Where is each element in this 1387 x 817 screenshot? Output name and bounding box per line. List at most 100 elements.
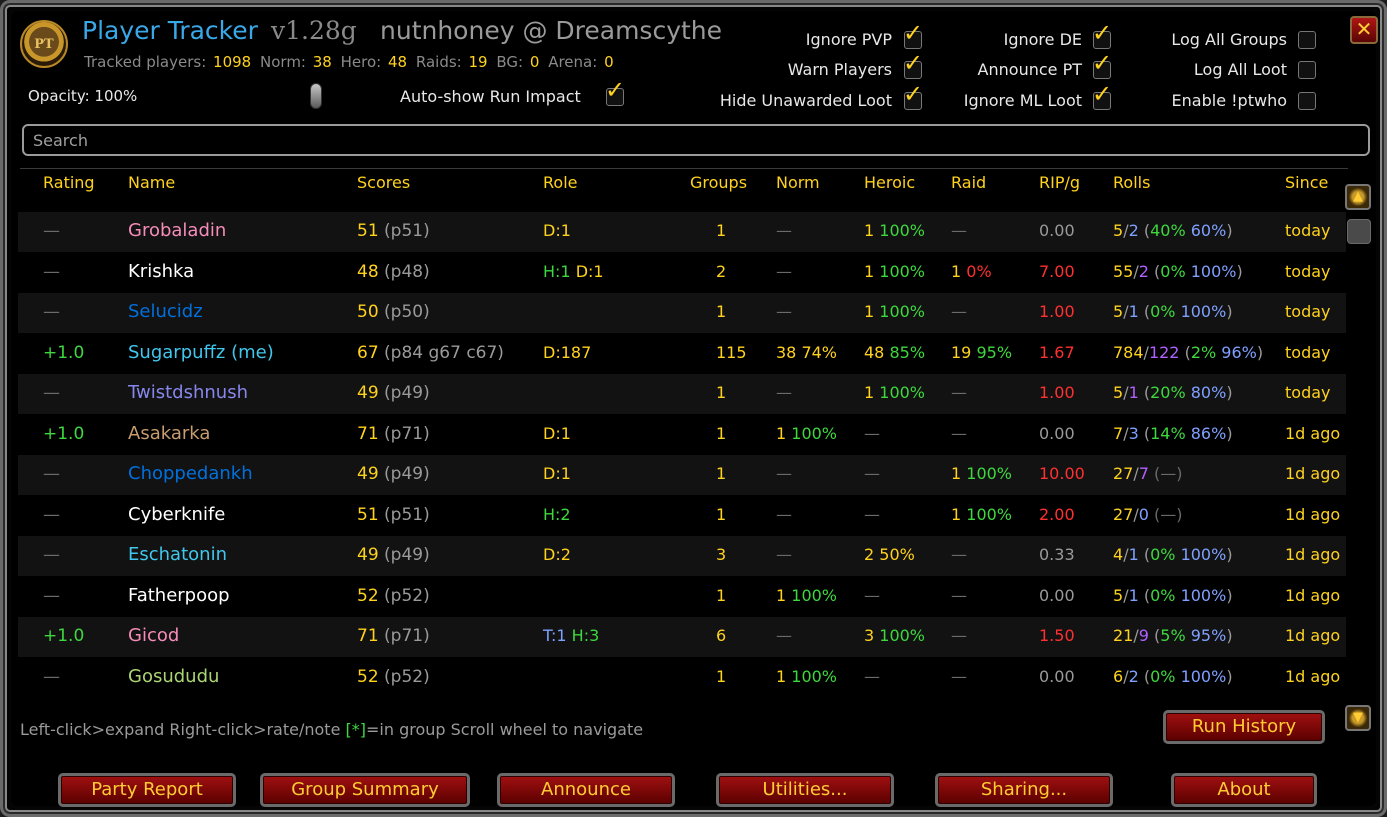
score-detail: (p52) <box>384 666 430 687</box>
app-title: Player Tracker <box>82 16 258 45</box>
autoshow-checkbox[interactable]: ✓ <box>604 78 628 106</box>
table-row[interactable]: +1.0 Asakarka 71 (p71) D:1 1 1 100% — —0.00 7/3 … <box>18 415 1346 455</box>
player-name: Twistdshnush <box>128 382 248 403</box>
warn-players-checkbox[interactable]: ✓ <box>902 51 926 79</box>
table-row[interactable]: — Choppedankh 49 (p49) D:1 1 — — 1 100% 10.00 27/… <box>18 455 1346 495</box>
col-header-heroic[interactable]: Heroic <box>864 173 915 192</box>
table-row[interactable]: — Grobaladin 51 (p51) D:1 1—1 100% —0.00 5/2 (… <box>18 212 1346 252</box>
score-value: 49 <box>357 464 379 484</box>
scroll-down-button[interactable]: ▼ <box>1345 705 1371 731</box>
groups-cell: 115 <box>716 343 747 362</box>
since-value: today <box>1285 302 1331 321</box>
about-button[interactable]: About <box>1171 773 1317 807</box>
hide-unawarded-loot-label: Hide Unawarded Loot <box>719 91 892 110</box>
col-header-rip[interactable]: RIP/g <box>1039 173 1080 192</box>
rip-value: 0.00 <box>1039 423 1075 443</box>
norm-cell-part: — <box>776 504 792 524</box>
scroll-down-icon: ▼ <box>1353 710 1363 725</box>
rolls-cell-part: 21 <box>1113 626 1134 645</box>
run-history-button[interactable]: Run History <box>1163 710 1325 744</box>
table-row[interactable]: +1.0 Sugarpuffz (me) 67 (p84 g67 c67) D:187… <box>18 334 1346 374</box>
col-header-since[interactable]: Since <box>1285 173 1328 192</box>
utilities-button[interactable]: Utilities... <box>716 773 894 807</box>
sharing-button[interactable]: Sharing... <box>935 773 1113 807</box>
close-button[interactable]: ✕ <box>1350 16 1378 44</box>
search-box[interactable] <box>22 124 1370 156</box>
table-row[interactable]: — Cyberknife 51 (p51) H:2 1 — — 1 100% 2.00 27/0 … <box>18 496 1346 536</box>
stat-bg: 0 <box>529 53 540 71</box>
groups-cell: 3 <box>716 545 726 564</box>
score-cell: 51 (p51) <box>357 221 430 241</box>
score-value: 52 <box>357 585 379 606</box>
scroll-up-button[interactable]: ▲ <box>1345 184 1371 210</box>
ignore-de-checkbox[interactable]: ✓ <box>1091 21 1115 49</box>
scrollbar-thumb[interactable] <box>1347 219 1371 244</box>
raid-cell-part: 19 <box>951 342 977 362</box>
log-all-groups-checkbox[interactable] <box>1296 27 1320 49</box>
enable-ptwho-checkbox[interactable] <box>1296 88 1320 110</box>
rip-cell: 0.00 <box>1039 424 1075 443</box>
log-all-groups-label: Log All Groups <box>1171 30 1287 49</box>
score-cell: 71 (p71) <box>357 424 430 444</box>
rolls-cell-part: 40% <box>1150 221 1186 240</box>
rating-value: — <box>43 464 60 484</box>
hint-text-1: Left-click>expand Right-click>rate/note <box>20 720 346 739</box>
table-row[interactable]: +1.0 Gicod 71 (p71) T:1 H:3 6—3 100% —1.50 21/… <box>18 617 1346 657</box>
norm-cell-part: — <box>776 545 792 564</box>
col-header-scores[interactable]: Scores <box>357 173 410 192</box>
announce-pt-checkbox[interactable]: ✓ <box>1091 51 1115 79</box>
stat-tracked: 1098 <box>213 53 252 71</box>
since-cell: today <box>1285 221 1331 240</box>
ignore-pvp-checkbox[interactable]: ✓ <box>902 21 926 49</box>
heroic-cell: — <box>864 667 880 686</box>
groups-cell: 6 <box>716 626 726 645</box>
group-summary-button[interactable]: Group Summary <box>260 773 470 807</box>
table-row[interactable]: — Krishka 48 (p48) H:1 D:1 2—1 100% 1 0% 7.00 5… <box>18 253 1346 293</box>
log-all-loot-checkbox[interactable] <box>1296 57 1320 79</box>
col-header-groups[interactable]: Groups <box>690 173 747 192</box>
heroic-cell-part: 100% <box>879 626 926 645</box>
norm-cell: 1 100% <box>776 667 837 686</box>
slider-knob-icon[interactable] <box>310 83 322 109</box>
rolls-cell-part: 1 <box>1128 383 1139 402</box>
announce-button[interactable]: Announce <box>497 773 675 807</box>
groups-cell: 1 <box>716 505 726 524</box>
col-header-raid[interactable]: Raid <box>951 173 986 192</box>
search-input[interactable] <box>24 126 1368 154</box>
rating-cell: — <box>43 383 60 403</box>
hide-unawarded-loot-checkbox[interactable]: ✓ <box>902 82 926 110</box>
groups-value: 1 <box>716 504 727 524</box>
rating-cell: +1.0 <box>43 626 84 646</box>
rating-value: — <box>43 383 60 403</box>
col-header-role[interactable]: Role <box>543 173 577 192</box>
col-header-rolls[interactable]: Rolls <box>1113 173 1150 192</box>
rip-cell: 1.00 <box>1039 383 1075 402</box>
table-row[interactable]: — Fatherpoop 52 (p52) 1 1 100% — —0.00 5/1 (0% … <box>18 577 1346 617</box>
groups-cell: 1 <box>716 586 726 605</box>
table-row[interactable]: — Selucidz 50 (p50) 1 — 1 100% — 1.00 5/1 (0% 10… <box>18 293 1346 333</box>
party-report-button[interactable]: Party Report <box>58 773 236 807</box>
col-header-norm[interactable]: Norm <box>776 173 820 192</box>
raid-cell-part: 100% <box>966 504 1013 524</box>
player-name-text: Sugarpuffz (me) <box>128 341 274 363</box>
norm-cell-part: 1 <box>776 423 792 443</box>
col-header-rating[interactable]: Rating <box>43 173 95 192</box>
since-value: today <box>1285 261 1331 281</box>
rolls-cell-part: 55 <box>1113 261 1134 281</box>
heroic-cell-part: — <box>864 504 880 524</box>
norm-cell-part: 100% <box>791 666 838 686</box>
rolls-cell-part: ) <box>1226 302 1233 321</box>
table-row[interactable]: — Eschatonin 49 (p49) D:2 3 — 2 50% — 0.33 4/1 (0… <box>18 536 1346 576</box>
rip-cell: 0.00 <box>1039 586 1075 605</box>
current-user: nutnhoney @ Dreamscythe <box>380 16 723 45</box>
role-cell: D:1 <box>543 221 571 240</box>
table-row[interactable]: — Gosududu 52 (p52) 1 1 100% — —0.00 6/2 (0% 10… <box>18 658 1346 698</box>
checkmark-icon: ✓ <box>903 19 924 47</box>
role-cell-part: H:3 <box>566 626 600 645</box>
col-header-name[interactable]: Name <box>128 173 175 192</box>
rating-cell: — <box>43 221 60 241</box>
role-cell-part: H:2 <box>543 504 571 524</box>
ignore-ml-loot-checkbox[interactable]: ✓ <box>1091 82 1115 110</box>
groups-cell: 1 <box>716 221 726 240</box>
table-row[interactable]: — Twistdshnush 49 (p49) 1 — 1 100% — 1.00 5/1 (2… <box>18 374 1346 414</box>
